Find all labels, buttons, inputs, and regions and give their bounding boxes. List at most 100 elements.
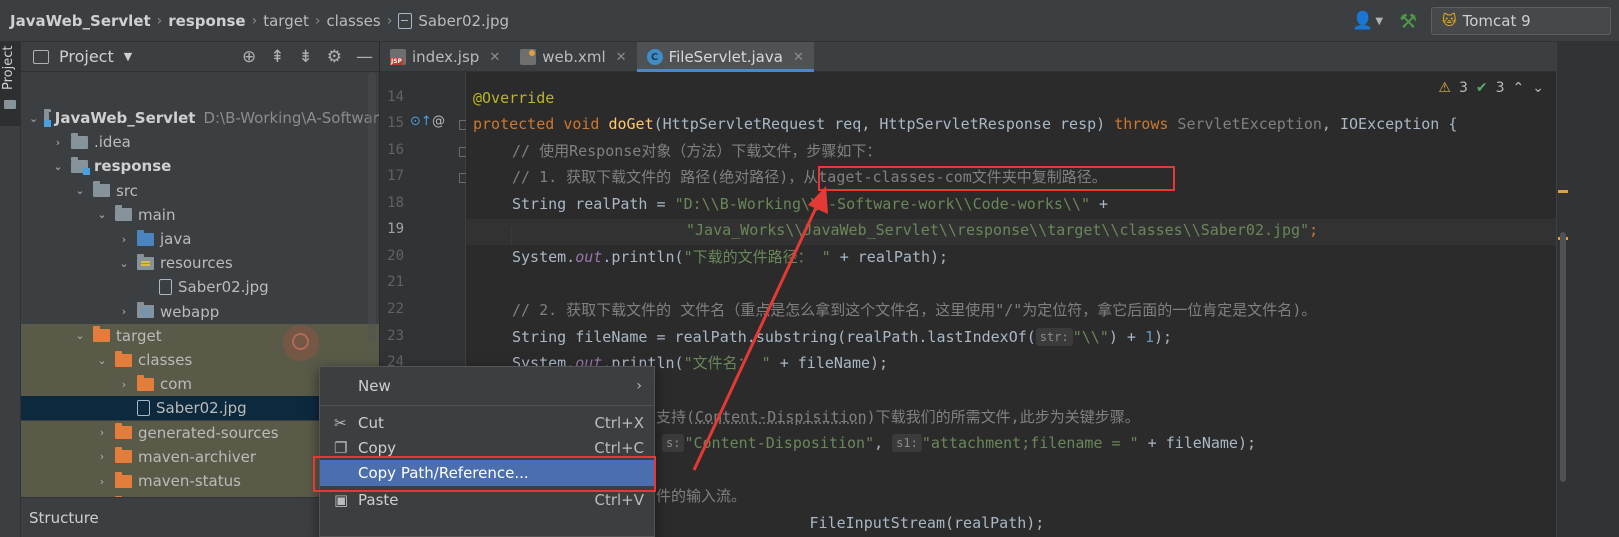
tree-node-label: response: [94, 157, 172, 176]
chevron-right-icon[interactable]: ›: [95, 450, 109, 463]
editor-scrollbar-strip[interactable]: [1556, 42, 1619, 537]
folder-icon: [115, 205, 132, 222]
build-hammer-icon[interactable]: ⚒: [1399, 9, 1417, 33]
breadcrumb-file[interactable]: Saber02.jpg: [418, 12, 509, 30]
user-icon[interactable]: 👤: [1352, 11, 1373, 31]
tree-node-label: .idea: [94, 133, 131, 152]
close-icon[interactable]: ✕: [616, 50, 627, 65]
code-line-20: System.out.println("下载的文件路径： " + realPat…: [512, 248, 949, 266]
line-number: 15: [387, 115, 404, 131]
inspection-widget[interactable]: ⚠ 3 ✔ 3 ⌃ ⌄: [1438, 80, 1544, 96]
tree-node[interactable]: ⌄ main: [21, 203, 379, 227]
folder-excluded-icon: [115, 423, 132, 440]
editor-scroll-thumb[interactable]: [1560, 232, 1566, 482]
chevron-down-icon[interactable]: ⌄: [73, 184, 87, 197]
chevron-down-icon[interactable]: ▼: [1375, 16, 1383, 27]
hide-panel-icon[interactable]: —: [356, 47, 373, 67]
folder-icon: [71, 132, 88, 149]
annotation-at-icon[interactable]: @: [432, 114, 445, 129]
tree-node[interactable]: › .idea: [21, 130, 379, 154]
line-number: 18: [387, 195, 404, 211]
chevron-right-icon[interactable]: ›: [117, 305, 131, 318]
expand-all-icon[interactable]: ⇞: [270, 47, 284, 67]
project-panel-title[interactable]: Project: [59, 47, 114, 66]
breadcrumb-target[interactable]: target: [263, 12, 309, 30]
breadcrumb-classes[interactable]: classes: [326, 12, 380, 30]
search-icon: [283, 325, 319, 361]
tree-node-path: D:\B-Working\A-Softwar: [203, 109, 379, 127]
chevron-right-icon[interactable]: ›: [95, 426, 109, 439]
warning-marker[interactable]: [1558, 190, 1568, 193]
tab-index-jsp[interactable]: index.jsp ✕: [380, 42, 510, 72]
breadcrumb-separator-icon: ›: [156, 12, 163, 29]
chevron-down-icon[interactable]: ⌄: [95, 208, 109, 221]
code-line-26: 支持(Content-Dispisition)下载我们的所需文件,此步为关键步骤…: [656, 408, 1140, 426]
tree-node[interactable]: ⌄ target: [21, 323, 379, 348]
line-number: 14: [387, 89, 404, 105]
left-tool-strip: Project: [0, 42, 21, 537]
structure-tab-label: Structure: [29, 508, 99, 527]
chevron-right-icon[interactable]: ›: [95, 475, 109, 488]
tree-node[interactable]: Saber02.jpg: [21, 275, 379, 299]
warning-count: 3: [1458, 80, 1468, 96]
tree-node[interactable]: ⌄ JavaWeb_Servlet D:\B-Working\A-Softwar: [21, 106, 379, 130]
folder-icon: [4, 100, 16, 109]
code-line-15: protected void doGet(HttpServletRequest …: [473, 115, 1458, 133]
chevron-right-icon[interactable]: ›: [117, 378, 131, 391]
param-hint: s:: [662, 434, 685, 452]
menu-item-cut[interactable]: ✂ Cut Ctrl+X: [320, 410, 654, 436]
chevron-down-icon[interactable]: ▼: [124, 50, 132, 63]
tab-fileservlet-java[interactable]: C FileServlet.java ✕: [636, 42, 815, 72]
project-tool-tab[interactable]: Project: [0, 42, 21, 126]
project-panel-header: Project ▼ ⊕ ⇞ ⇟ ⚙ —: [21, 42, 379, 72]
param-hint: str:: [1035, 328, 1073, 346]
indent-guide: [511, 227, 512, 245]
chevron-down-icon[interactable]: ⌄: [51, 160, 65, 173]
locate-target-icon[interactable]: ⊕: [242, 47, 256, 67]
folder-excluded-icon: [115, 471, 132, 488]
jsp-file-icon: [390, 49, 406, 65]
run-configuration-select[interactable]: 🐱 Tomcat 9: [1431, 7, 1611, 35]
chevron-down-icon[interactable]: ⌄: [95, 354, 109, 367]
chevron-down-icon[interactable]: ⌄: [1532, 80, 1544, 96]
chevron-down-icon[interactable]: ⌄: [73, 329, 87, 342]
image-file-icon: [398, 12, 413, 29]
context-menu: New › ✂ Cut Ctrl+X ❐ Copy Ctrl+C Copy Pa…: [319, 366, 655, 537]
close-icon[interactable]: ✕: [793, 50, 804, 65]
folder-module-icon: [71, 156, 90, 175]
folder-icon: [93, 181, 110, 198]
tree-node[interactable]: ⌄ resources: [21, 251, 379, 275]
breadcrumb-project[interactable]: JavaWeb_Servlet: [10, 12, 151, 30]
annotation-box-comment: [818, 166, 1175, 191]
project-tool-tab-label: Project: [1, 45, 16, 90]
override-method-icon[interactable]: ⊙↑: [410, 114, 432, 129]
chevron-down-icon[interactable]: ⌄: [117, 257, 131, 270]
collapse-all-icon[interactable]: ⇟: [299, 47, 313, 67]
image-file-icon: [137, 400, 150, 417]
folder-web-icon: [137, 302, 154, 319]
tab-web-xml[interactable]: web.xml ✕: [510, 42, 636, 72]
breadcrumb-module[interactable]: response: [168, 12, 245, 30]
tree-node[interactable]: › webapp: [21, 300, 379, 324]
project-scrollbar[interactable]: [368, 72, 376, 342]
editor-tabs: index.jsp ✕ web.xml ✕ C FileServlet.java…: [380, 42, 1556, 72]
gear-icon[interactable]: ⚙: [327, 47, 342, 67]
tree-node-label: target: [116, 326, 162, 345]
tab-label: index.jsp: [412, 48, 480, 66]
chevron-down-icon[interactable]: ⌄: [29, 112, 38, 125]
check-icon: ✔: [1475, 80, 1488, 96]
tree-node[interactable]: ⌄ response: [21, 154, 379, 178]
project-panel-tools: ⊕ ⇞ ⇟ ⚙ —: [242, 42, 373, 72]
menu-item-new[interactable]: New ›: [320, 373, 654, 399]
tree-node[interactable]: › java: [21, 227, 379, 251]
tab-label: web.xml: [542, 48, 606, 66]
chevron-right-icon: ›: [636, 378, 642, 394]
chevron-right-icon[interactable]: ›: [117, 233, 131, 246]
tree-node[interactable]: ⌄ src: [21, 179, 379, 203]
tree-node-label: main: [138, 205, 176, 224]
code-line-22: // 2. 获取下载文件的 文件名（重点是怎么拿到这个文件名，这里使用"/"为定…: [512, 301, 1317, 319]
chevron-right-icon[interactable]: ›: [51, 136, 65, 149]
close-icon[interactable]: ✕: [489, 50, 500, 65]
chevron-up-icon[interactable]: ⌃: [1513, 80, 1525, 96]
tree-node-label: src: [116, 181, 138, 200]
